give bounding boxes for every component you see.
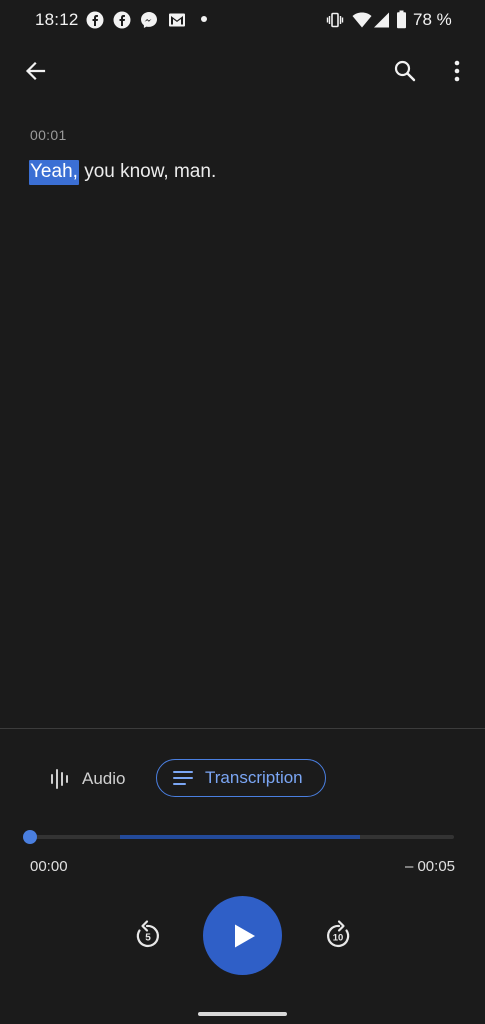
rewind-icon: 5 xyxy=(136,920,159,948)
facebook-icon xyxy=(113,11,131,29)
vibrate-icon xyxy=(326,11,344,34)
messenger-icon xyxy=(140,11,158,29)
battery-icon xyxy=(396,10,407,34)
transcript-text[interactable]: Yeah, you know, man. xyxy=(29,160,216,185)
panel-divider xyxy=(0,728,485,729)
audio-tab-label: Audio xyxy=(82,769,126,788)
battery-percentage: 78 % xyxy=(413,10,452,29)
elapsed-time: 00:00 xyxy=(30,858,68,875)
facebook-icon xyxy=(86,11,104,29)
status-bar: 18:12 78 % xyxy=(0,0,485,40)
transcription-tab-label: Transcription xyxy=(205,768,303,787)
rewind-5-button[interactable]: 5 xyxy=(130,918,166,954)
remaining-time: – 00:05 xyxy=(404,858,455,875)
play-button[interactable] xyxy=(203,896,282,975)
wifi-icon xyxy=(352,11,372,34)
status-time: 18:12 xyxy=(35,10,79,29)
back-button[interactable] xyxy=(15,51,55,91)
rewind-seconds-label: 5 xyxy=(145,933,151,944)
forward-icon: 10 xyxy=(327,920,350,948)
notification-dot xyxy=(201,16,207,22)
search-button[interactable] xyxy=(385,51,425,91)
arrow-left-icon xyxy=(25,61,46,81)
transcript-timestamp[interactable]: 00:01 xyxy=(30,127,67,143)
more-options-button[interactable] xyxy=(437,51,477,91)
transcription-tab[interactable]: Transcription xyxy=(156,759,326,797)
more-vertical-icon xyxy=(454,60,460,82)
seek-bar-buffered xyxy=(120,835,360,839)
audio-tab[interactable]: Audio xyxy=(42,759,155,799)
seek-thumb[interactable] xyxy=(23,830,37,844)
waveform-icon xyxy=(51,769,68,789)
gmail-icon xyxy=(168,11,186,29)
lines-icon xyxy=(173,771,193,785)
transcript-rest-text[interactable]: you know, man. xyxy=(79,161,216,182)
search-icon xyxy=(394,60,416,82)
highlighted-word[interactable]: Yeah, xyxy=(29,160,79,185)
forward-seconds-label: 10 xyxy=(333,933,344,944)
forward-10-button[interactable]: 10 xyxy=(320,918,356,954)
play-icon xyxy=(234,924,255,947)
signal-icon xyxy=(373,11,390,34)
gesture-nav-handle[interactable] xyxy=(198,1012,287,1016)
